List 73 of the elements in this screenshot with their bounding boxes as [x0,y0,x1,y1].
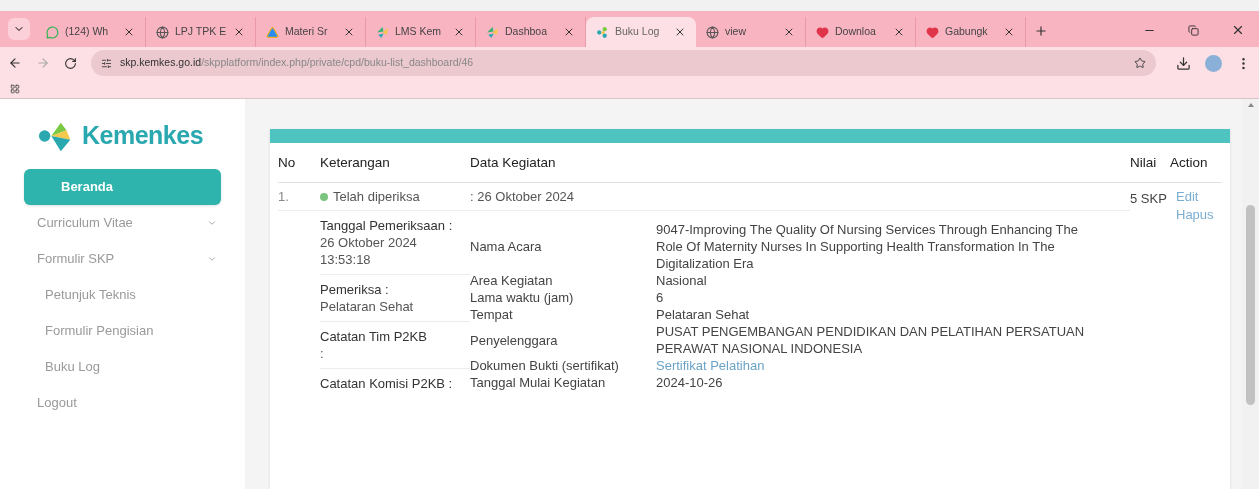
close-icon[interactable] [783,26,795,38]
site-info-icon[interactable] [101,57,112,69]
table-cell: : 26 Oktober 2024 [470,183,1130,211]
review-value: Pelataran Sehat [320,298,415,315]
globe-icon [156,25,169,39]
leaf-icon [486,25,499,39]
review-label: Catatan Tim P2KB [320,328,428,345]
detail-value: Pelataran Sehat [656,306,751,323]
column-header: No [278,143,320,183]
sidebar-item[interactable]: Curriculum Vitae [0,205,245,241]
action-link[interactable]: Edit [1176,188,1199,206]
detail-label: Lama waktu (jam) [470,289,575,306]
sidebar-item[interactable]: Beranda [24,169,221,205]
back-icon[interactable] [8,56,22,70]
certificate-link[interactable]: Sertifikat Pelatihan [656,358,765,373]
close-icon[interactable] [1231,23,1245,37]
status-text: Telah diperiksa [333,187,420,206]
scroll-up-icon[interactable] [1247,103,1254,107]
chat-icon [46,25,59,39]
close-icon[interactable] [453,26,465,38]
sidebar-item[interactable]: Formulir Pengisian [0,313,245,349]
close-icon[interactable] [1003,26,1015,38]
column-header: Data Kegiatan [470,143,1130,183]
bookmark-star-icon[interactable] [1134,57,1146,69]
detail-label: Nama Acara [470,238,543,255]
sidebar-item[interactable]: Petunjuk Teknis [0,277,245,313]
column-header: Action [1170,143,1222,183]
table-cell: 5 SKP [1130,191,1167,206]
detail-value: 6 [656,289,665,306]
apps-icon[interactable] [10,83,20,94]
close-icon[interactable] [563,26,575,38]
url-text: skp.kemkes.go.id/skpplatform/index.php/private/cpd/buku-list_dashboard/46 [120,55,475,71]
review-value: : [320,345,325,362]
review-label: Catatan Komisi P2KB : [320,375,454,392]
sidebar-item[interactable]: Formulir SKP [0,241,245,277]
download-icon[interactable] [1176,55,1191,71]
kemenkes-logo[interactable]: Kemenkes [38,117,204,155]
review-label: Tanggal Pemeriksaan : [320,217,454,234]
reload-icon[interactable] [64,56,77,70]
close-icon[interactable] [674,26,686,38]
tab-list-button[interactable] [8,18,30,40]
detail-label: Tempat [470,306,514,323]
heart-icon [926,25,939,39]
action-link[interactable]: Hapus [1176,206,1214,224]
detail-value: PUSAT PENGEMBANGAN PENDIDIKAN DAN PELATIHAN PERSATUAN PERAWAT NASIONAL INDONESIA [656,323,1086,357]
address-bar[interactable]: skp.kemkes.go.id/skpplatform/index.php/private/cpd/buku-list_dashboard/46 [91,50,1156,76]
close-icon[interactable] [893,26,905,38]
scrollbar[interactable] [1242,99,1259,489]
table-cell: 1. [278,183,320,211]
sidebar-item[interactable]: Buku Log [0,349,245,385]
sidebar-item[interactable]: Logout [0,385,245,421]
leaf-icon [376,25,389,39]
detail-value: Nasional [656,272,708,289]
detail-label: Penyelenggara [470,331,559,349]
close-icon[interactable] [123,26,135,38]
detail-label: Dokumen Bukti (sertifikat) [470,357,620,374]
detail-label: Tanggal Mulai Kegiatan [470,374,607,391]
close-icon[interactable] [233,26,245,38]
column-header: Keterangan [320,143,470,183]
detail-value: 9047-Improving The Quality Of Nursing Services Through Enhancing The Role Of Maternity Nurses In Supporting Health Transformation In The Digitalization Era [656,221,1079,272]
flower-icon [596,25,609,39]
detail-value: 2024-10-26 [656,374,724,391]
review-value: 26 Oktober 2024 13:53:18 [320,234,418,268]
new-tab-icon[interactable] [1034,24,1048,38]
column-header: Nilai [1130,143,1170,183]
review-label: Pemeriksa : [320,281,390,298]
detail-label: Area Kegiatan [470,272,554,289]
globe-icon [706,25,719,39]
heart-icon [816,25,829,39]
close-icon[interactable] [343,26,355,38]
browser-tab[interactable]: Buku Log [586,17,696,47]
triangle-icon [266,25,279,39]
restore-icon[interactable] [1188,25,1199,36]
